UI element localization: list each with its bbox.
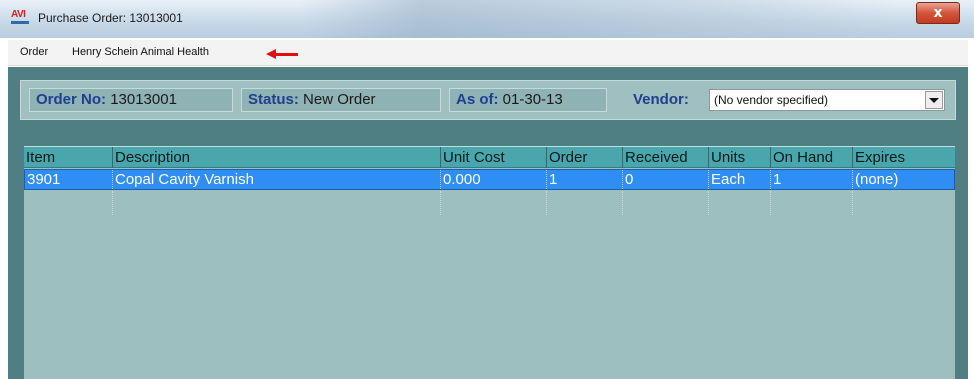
column-divider [770,191,771,215]
column-header-unit-cost[interactable]: Unit Cost [440,147,546,168]
column-divider [708,191,709,215]
avi-logo-bar [11,21,29,24]
column-header-units[interactable]: Units [708,147,770,168]
column-header-item[interactable]: Item [24,147,112,168]
column-divider [622,191,623,215]
dropdown-button[interactable] [925,91,943,109]
table-row[interactable]: 3901 Copal Cavity Varnish 0.000 1 0 Each… [24,169,955,190]
chevron-down-icon [929,98,939,103]
main-panel: Order No: 13013001 Status: New Order As … [8,67,968,379]
column-divider [852,191,853,215]
window-title: Purchase Order: 13013001 [38,11,183,25]
as-of-field: As of: 01-30-13 [449,88,607,112]
column-header-description[interactable]: Description [112,147,440,168]
cell-on-hand[interactable]: 1 [770,170,852,189]
cell-unit-cost[interactable]: 0.000 [440,170,546,189]
status-value: New Order [303,91,376,108]
cell-received[interactable]: 0 [622,170,708,189]
column-header-on-hand[interactable]: On Hand [770,147,852,168]
cell-description[interactable]: Copal Cavity Varnish [112,170,440,189]
cell-units[interactable]: Each [708,170,770,189]
column-header-order[interactable]: Order [546,147,622,168]
order-info-strip: Order No: 13013001 Status: New Order As … [20,80,956,120]
avi-logo-text: AVI [11,9,26,20]
menu-vendor[interactable]: Henry Schein Animal Health [72,46,209,58]
menu-order[interactable]: Order [20,46,48,58]
cell-order[interactable]: 1 [546,170,622,189]
column-divider [440,191,441,215]
order-no-label: Order No: [36,91,107,108]
status-field: Status: New Order [241,88,441,112]
as-of-value: 01-30-13 [502,91,563,108]
arrow-shaft [274,53,298,56]
close-button[interactable]: x [916,2,960,24]
cell-expires[interactable]: (none) [852,170,954,189]
title-bar-background [300,0,900,38]
purchase-order-window: AVI Purchase Order: 13013001 x Order Hen… [0,0,974,379]
order-no-value: 13013001 [110,91,177,108]
order-items-grid: Item Description Unit Cost Order Receive… [24,146,955,379]
order-no-field: Order No: 13013001 [29,88,233,112]
red-arrow-icon [266,49,298,59]
vendor-dropdown[interactable]: (No vendor specified) [709,89,945,111]
column-divider [546,191,547,215]
as-of-label: As of: [456,91,499,108]
column-divider [112,191,113,215]
status-label: Status: [248,91,299,108]
vendor-label: Vendor: [633,91,689,108]
column-header-expires[interactable]: Expires [852,147,955,168]
grid-header: Item Description Unit Cost Order Receive… [24,146,955,168]
avi-app-icon: AVI [11,9,31,26]
title-bar[interactable]: AVI Purchase Order: 13013001 x [0,0,974,38]
menu-bar: Order Henry Schein Animal Health [8,40,968,66]
column-header-received[interactable]: Received [622,147,708,168]
close-icon: x [933,5,943,21]
cell-item[interactable]: 3901 [25,170,112,189]
vendor-dropdown-value: (No vendor specified) [714,93,829,107]
